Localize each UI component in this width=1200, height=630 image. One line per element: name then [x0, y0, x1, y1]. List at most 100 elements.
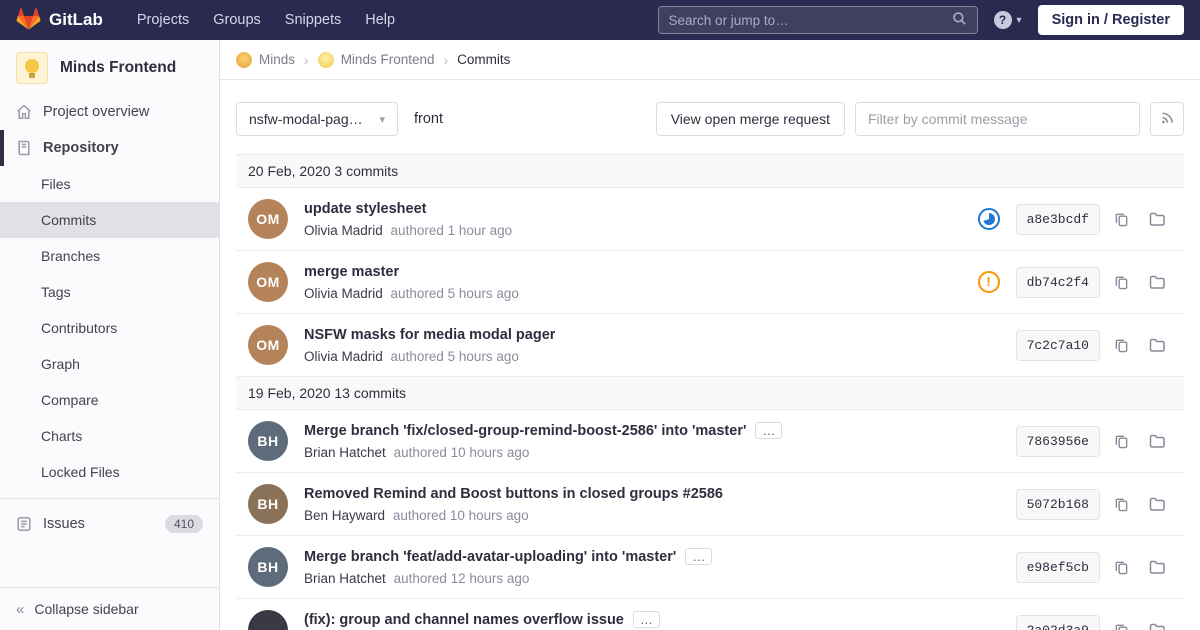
- commit-author-link[interactable]: Brian Hatchet: [304, 445, 386, 460]
- commit-title-link[interactable]: update stylesheet: [304, 201, 427, 217]
- sidebar-item-branches[interactable]: Branches: [0, 238, 219, 274]
- help-dropdown[interactable]: ? ▾: [993, 11, 1022, 29]
- home-icon: [17, 104, 31, 119]
- minds-frontend-avatar: [317, 51, 334, 68]
- view-open-merge-request-button[interactable]: View open merge request: [655, 102, 845, 136]
- toggle-commit-description-button[interactable]: …: [632, 611, 660, 628]
- commit-meta: Olivia Madrid authored 5 hours ago: [304, 286, 966, 301]
- pipeline-warning-icon[interactable]: [977, 271, 1000, 293]
- commit-sha[interactable]: 5072b168: [1015, 488, 1100, 520]
- nav-snippets[interactable]: Snippets: [285, 12, 341, 28]
- sidebar-item-files[interactable]: Files: [0, 166, 219, 202]
- folder-icon: [1149, 623, 1165, 630]
- chevron-down-icon: ▾: [1016, 14, 1022, 26]
- sidebar-item-issues[interactable]: Issues 410: [0, 505, 219, 543]
- avatar[interactable]: BH: [248, 547, 288, 587]
- commit-title-link[interactable]: merge master: [304, 264, 399, 280]
- sidebar-item-locked-files[interactable]: Locked Files: [0, 454, 219, 490]
- sidebar-item-project-overview[interactable]: Project overview: [0, 94, 219, 130]
- nav-groups[interactable]: Groups: [213, 12, 261, 28]
- copy-icon: [1115, 561, 1127, 574]
- commit-author-link[interactable]: Olivia Madrid: [304, 286, 383, 301]
- copy-sha-button[interactable]: [1106, 489, 1136, 519]
- sidebar-item-charts[interactable]: Charts: [0, 418, 219, 454]
- browse-files-button[interactable]: [1142, 330, 1172, 360]
- commit-author-link[interactable]: Brian Hatchet: [304, 571, 386, 586]
- filter-commit-message-input[interactable]: [855, 102, 1140, 136]
- gitlab-home-link[interactable]: GitLab: [16, 7, 103, 34]
- toggle-commit-description-button[interactable]: …: [685, 548, 713, 565]
- search-input[interactable]: [668, 12, 952, 28]
- sidebar-item-compare[interactable]: Compare: [0, 382, 219, 418]
- nav-help[interactable]: Help: [365, 12, 395, 28]
- commit-date-header: 19 Feb, 2020 13 commits: [236, 377, 1184, 410]
- sign-in-register-button[interactable]: Sign in / Register: [1037, 5, 1184, 35]
- commit-title-link[interactable]: Merge branch 'fix/closed-group-remind-bo…: [304, 423, 746, 439]
- browse-files-button[interactable]: [1142, 426, 1172, 456]
- branch-selector-dropdown[interactable]: nsfw-modal-pag… ▾: [236, 102, 398, 136]
- commit-author-link[interactable]: Olivia Madrid: [304, 223, 383, 238]
- avatar[interactable]: [248, 610, 288, 630]
- browse-files-button[interactable]: [1142, 267, 1172, 297]
- commit-meta: Brian Hatchet authored 12 hours ago: [304, 571, 1004, 586]
- breadcrumb-separator-icon: ›: [304, 51, 309, 68]
- project-header[interactable]: Minds Frontend: [0, 40, 219, 94]
- commit-title-link[interactable]: Merge branch 'feat/add-avatar-uploading'…: [304, 549, 676, 565]
- top-navbar: GitLab Projects Groups Snippets Help ? ▾…: [0, 0, 1200, 40]
- avatar[interactable]: OM: [248, 325, 288, 365]
- collapse-sidebar-button[interactable]: « Collapse sidebar: [0, 587, 219, 630]
- commit-time: authored 12 hours ago: [393, 571, 530, 586]
- avatar[interactable]: OM: [248, 262, 288, 302]
- collapse-icon: «: [16, 600, 25, 618]
- sidebar-item-contributors[interactable]: Contributors: [0, 310, 219, 346]
- main-navigation: Projects Groups Snippets Help: [137, 12, 395, 28]
- browse-files-button[interactable]: [1142, 615, 1172, 630]
- commit-author-link[interactable]: Ben Hayward: [304, 508, 385, 523]
- help-icon: ?: [993, 11, 1012, 29]
- commit-sha[interactable]: e98ef5cb: [1015, 551, 1100, 583]
- breadcrumb-minds-link[interactable]: Minds: [259, 52, 295, 67]
- commit-meta: Olivia Madrid authored 1 hour ago: [304, 223, 966, 238]
- pipeline-running-icon[interactable]: [977, 208, 1000, 230]
- copy-icon: [1115, 435, 1127, 448]
- toggle-commit-description-button[interactable]: …: [755, 422, 783, 439]
- commit-title-link[interactable]: Removed Remind and Boost buttons in clos…: [304, 486, 723, 502]
- commit-sha[interactable]: db74c2f4: [1015, 266, 1100, 298]
- browse-files-button[interactable]: [1142, 204, 1172, 234]
- browse-files-button[interactable]: [1142, 552, 1172, 582]
- folder-icon: [1149, 560, 1165, 574]
- avatar[interactable]: OM: [248, 199, 288, 239]
- folder-icon: [1149, 434, 1165, 448]
- copy-sha-button[interactable]: [1106, 426, 1136, 456]
- copy-sha-button[interactable]: [1106, 267, 1136, 297]
- breadcrumb-minds-frontend-link[interactable]: Minds Frontend: [341, 52, 435, 67]
- avatar[interactable]: BH: [248, 484, 288, 524]
- commit-author-link[interactable]: Olivia Madrid: [304, 349, 383, 364]
- active-section-indicator: [0, 130, 4, 166]
- commits-toolbar: nsfw-modal-pag… ▾ front View open merge …: [220, 80, 1200, 136]
- folder-icon: [1149, 212, 1165, 226]
- project-name: Minds Frontend: [60, 59, 177, 76]
- sidebar-item-commits[interactable]: Commits: [0, 202, 219, 238]
- avatar[interactable]: BH: [248, 421, 288, 461]
- commits-feed-button[interactable]: [1150, 102, 1184, 136]
- commit-meta: Ben Hayward authored 10 hours ago: [304, 508, 1004, 523]
- sidebar-item-graph[interactable]: Graph: [0, 346, 219, 382]
- sidebar-item-repository[interactable]: Repository: [0, 130, 219, 166]
- commit-sha[interactable]: a8e3bcdf: [1015, 203, 1100, 235]
- copy-sha-button[interactable]: [1106, 615, 1136, 630]
- commit-sha[interactable]: 7c2c7a10: [1015, 329, 1100, 361]
- copy-icon: [1115, 276, 1127, 289]
- copy-sha-button[interactable]: [1106, 552, 1136, 582]
- browse-files-button[interactable]: [1142, 489, 1172, 519]
- copy-sha-button[interactable]: [1106, 330, 1136, 360]
- commit-title-link[interactable]: (fix): group and channel names overflow …: [304, 612, 624, 628]
- global-search-box[interactable]: [657, 6, 978, 34]
- nav-projects[interactable]: Projects: [137, 12, 189, 28]
- commit-date-header: 20 Feb, 2020 3 commits: [236, 154, 1184, 188]
- copy-sha-button[interactable]: [1106, 204, 1136, 234]
- commit-sha[interactable]: 7863956e: [1015, 425, 1100, 457]
- commit-sha[interactable]: 2a02d3a9: [1015, 614, 1100, 630]
- sidebar-item-tags[interactable]: Tags: [0, 274, 219, 310]
- commit-title-link[interactable]: NSFW masks for media modal pager: [304, 327, 555, 343]
